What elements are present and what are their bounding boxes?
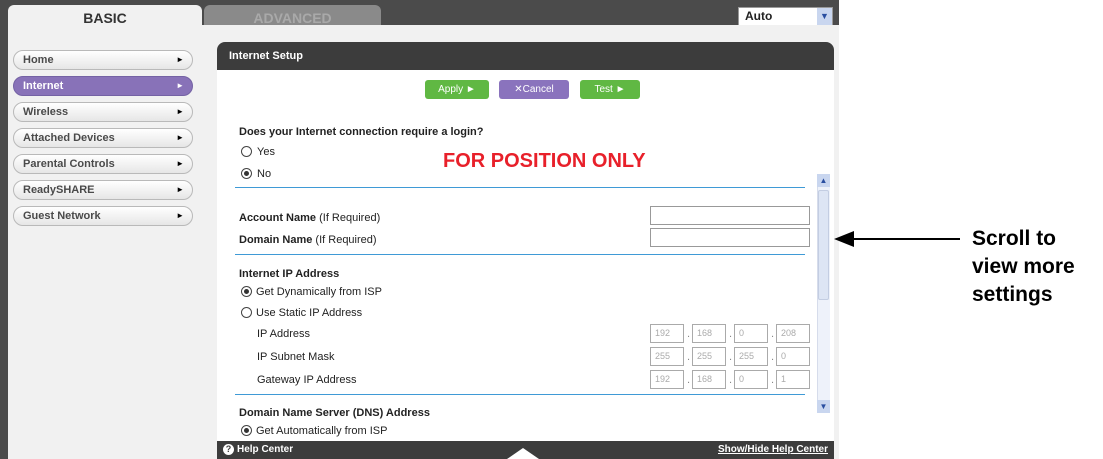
divider: [235, 187, 805, 188]
subnet-octet-2[interactable]: 255: [692, 347, 726, 366]
octet-separator: .: [771, 351, 775, 363]
arrow-right-icon: ►: [176, 55, 184, 64]
ip-dynamic-radio[interactable]: [241, 286, 252, 297]
panel-footer: ? Help Center Show/Hide Help Center: [217, 441, 834, 459]
arrow-right-icon: ►: [176, 185, 184, 194]
arrow-right-icon: ►: [176, 107, 184, 116]
scrollbar-thumb[interactable]: [818, 190, 829, 300]
internet-setup-panel: Internet Setup Apply ► ✕Cancel Test ► Do…: [217, 42, 834, 459]
callout-line: [852, 238, 960, 240]
octet-separator: .: [687, 351, 691, 363]
octet-separator: .: [729, 374, 733, 386]
arrow-right-icon: ►: [176, 133, 184, 142]
sidebar-item-guest-network[interactable]: Guest Network ►: [13, 206, 193, 226]
octet-separator: .: [687, 328, 691, 340]
apply-button[interactable]: Apply ►: [425, 80, 489, 99]
login-no-radio[interactable]: [241, 168, 252, 179]
callout-line-2: view more: [972, 255, 1075, 278]
subnet-octet-1[interactable]: 255: [650, 347, 684, 366]
gateway-octet-3[interactable]: 0: [734, 370, 768, 389]
dns-auto-radio[interactable]: [241, 425, 252, 436]
help-icon[interactable]: ?: [223, 444, 234, 455]
account-name-note: (If Required): [319, 212, 381, 224]
test-button[interactable]: Test ►: [580, 80, 640, 99]
octet-separator: .: [771, 374, 775, 386]
callout-line-1: Scroll to: [972, 227, 1057, 250]
sidebar-item-label: Parental Controls: [23, 158, 115, 170]
chevron-down-icon[interactable]: ▼: [817, 8, 832, 25]
gateway-octet-2[interactable]: 168: [692, 370, 726, 389]
sidebar-item-parental-controls[interactable]: Parental Controls ►: [13, 154, 193, 174]
ip-address-octet-1[interactable]: 192: [650, 324, 684, 343]
octet-separator: .: [687, 374, 691, 386]
ip-address-octet-3[interactable]: 0: [734, 324, 768, 343]
domain-name-input[interactable]: [650, 228, 810, 247]
divider: [235, 394, 805, 395]
login-yes-radio[interactable]: [241, 146, 252, 157]
account-name-input[interactable]: [650, 206, 810, 225]
sidebar-item-label: Guest Network: [23, 210, 101, 222]
account-name-text: Account Name: [239, 212, 317, 224]
gateway-octet-1[interactable]: 192: [650, 370, 684, 389]
sidebar-item-internet[interactable]: Internet ►: [13, 76, 193, 96]
show-hide-help-link[interactable]: Show/Hide Help Center: [718, 444, 828, 455]
ip-dynamic-label: Get Dynamically from ISP: [256, 286, 382, 298]
scroll-callout: Scroll to view more settings: [972, 225, 1097, 309]
arrow-left-icon: [834, 231, 854, 247]
cancel-button[interactable]: ✕Cancel: [499, 80, 569, 99]
language-select[interactable]: Auto ▼: [738, 7, 833, 26]
octet-separator: .: [771, 328, 775, 340]
divider: [235, 254, 805, 255]
domain-name-note: (If Required): [315, 234, 377, 246]
subnet-octet-4[interactable]: 0: [776, 347, 810, 366]
panel-title: Internet Setup: [217, 42, 834, 70]
login-yes-label: Yes: [257, 146, 275, 158]
subnet-octet-3[interactable]: 255: [734, 347, 768, 366]
sidebar-item-label: Wireless: [23, 106, 69, 118]
sidebar-nav: Home ► Internet ► Wireless ► Attached Devic…: [13, 50, 193, 232]
login-question: Does your Internet connection require a …: [239, 126, 484, 138]
sidebar-item-attached-devices[interactable]: Attached Devices ►: [13, 128, 193, 148]
subnet-label: IP Subnet Mask: [257, 351, 335, 363]
position-only-watermark: FOR POSITION ONLY: [443, 150, 646, 172]
expand-up-icon[interactable]: [507, 448, 539, 459]
chevron-down-icon[interactable]: ▼: [817, 400, 830, 413]
gateway-label: Gateway IP Address: [257, 374, 357, 386]
sidebar-item-label: Home: [23, 54, 54, 66]
ip-address-label: IP Address: [257, 328, 310, 340]
help-center-link[interactable]: Help Center: [237, 444, 293, 455]
sidebar-item-wireless[interactable]: Wireless ►: [13, 102, 193, 122]
login-no-label: No: [257, 168, 272, 180]
close-icon: ✕: [514, 84, 523, 95]
ip-static-radio[interactable]: [241, 307, 252, 318]
sidebar-item-label: Attached Devices: [23, 132, 115, 144]
dns-auto-label: Get Automatically from ISP: [256, 425, 388, 437]
arrow-right-icon: ►: [176, 81, 184, 90]
ip-address-octet-4[interactable]: 208: [776, 324, 810, 343]
arrow-right-icon: ►: [176, 159, 184, 168]
chevron-up-icon[interactable]: ▲: [817, 174, 830, 187]
domain-name-label: Domain Name (If Required): [239, 234, 377, 246]
router-frame: BASIC ADVANCED Auto ▼ Home ► Internet ► Wi…: [0, 0, 839, 459]
octet-separator: .: [729, 328, 733, 340]
account-name-label: Account Name (If Required): [239, 212, 380, 224]
sidebar-item-home[interactable]: Home ►: [13, 50, 193, 70]
cancel-label: Cancel: [522, 84, 554, 95]
language-select-value: Auto: [745, 9, 773, 23]
panel-body: Apply ► ✕Cancel Test ► Does your Interne…: [217, 70, 834, 441]
callout-line-3: settings: [972, 283, 1053, 306]
octet-separator: .: [729, 351, 733, 363]
sidebar-item-label: Internet: [23, 80, 64, 92]
gateway-octet-4[interactable]: 1: [776, 370, 810, 389]
sidebar-item-label: ReadySHARE: [23, 184, 95, 196]
dns-heading: Domain Name Server (DNS) Address: [239, 407, 430, 419]
ip-address-octet-2[interactable]: 168: [692, 324, 726, 343]
ip-static-label: Use Static IP Address: [256, 307, 363, 319]
arrow-right-icon: ►: [176, 211, 184, 220]
sidebar-item-readyshare[interactable]: ReadySHARE ►: [13, 180, 193, 200]
domain-name-text: Domain Name: [239, 234, 313, 246]
internet-ip-heading: Internet IP Address: [239, 268, 340, 280]
